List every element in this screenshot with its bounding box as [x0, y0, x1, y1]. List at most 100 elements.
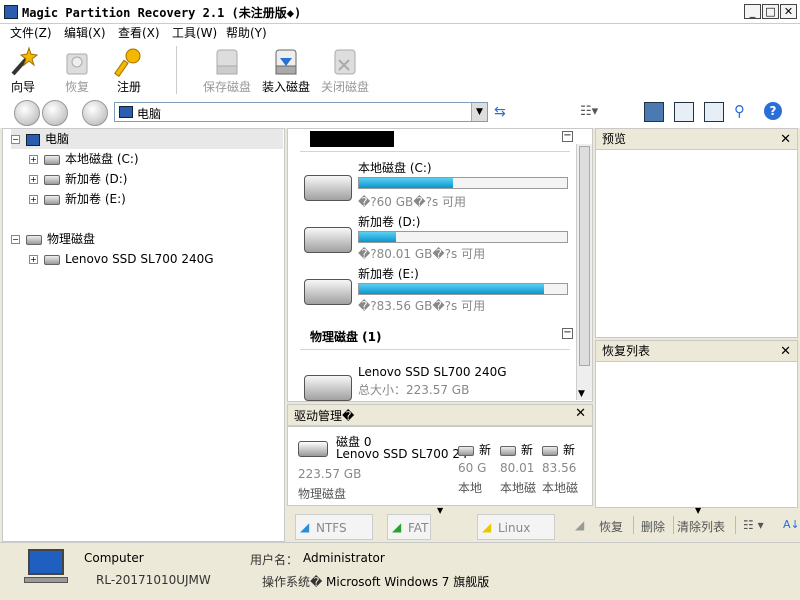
search-icon[interactable]: ⚲	[734, 102, 745, 120]
drive-icon	[304, 375, 352, 401]
tree-item-physical[interactable]: − 物理磁盘	[11, 229, 95, 249]
view-mode-icon[interactable]: ☷▾	[580, 104, 598, 119]
restore-icon	[66, 53, 88, 75]
close-icon[interactable]: ✕	[780, 130, 791, 150]
help-icon[interactable]: ?	[764, 102, 782, 120]
menu-bar: 文件(Z) 编辑(X) 查看(X) 工具(W) 帮助(Y)	[0, 24, 800, 42]
menu-tools[interactable]: 工具(W)	[172, 24, 217, 42]
tree-label: 新加卷 (D:)	[65, 172, 128, 186]
partition-tile[interactable]: 新 83.56 本地磁	[542, 437, 586, 497]
list-view-icon[interactable]: ☷ ▾	[743, 518, 764, 532]
sort-icon[interactable]: A↓	[783, 518, 800, 531]
scroll-thumb[interactable]	[579, 146, 590, 366]
wand-icon	[11, 46, 39, 76]
drive-item-c[interactable]: 本地磁盘 (C:) �?60 GB�?s 可用	[288, 157, 578, 209]
tab-label: Linux	[498, 521, 531, 535]
restore-button[interactable]: 恢复	[48, 42, 106, 98]
linux-icon: ◢	[482, 520, 492, 534]
drive-item-e[interactable]: 新加卷 (E:) �?83.56 GB�?s 可用	[288, 261, 578, 313]
drive-icon	[44, 174, 60, 185]
clear-list-button[interactable]: 清除列表	[677, 518, 725, 535]
panel-layout-icon[interactable]	[644, 102, 664, 122]
usage-bar	[358, 283, 568, 295]
collapse-icon[interactable]: −	[11, 135, 20, 144]
menu-edit[interactable]: 编辑(X)	[64, 24, 106, 42]
close-window-button[interactable]: ✕	[780, 4, 797, 19]
mount-disk-label: 装入磁盘	[261, 80, 310, 94]
scroll-right-icon[interactable]: ◢	[575, 518, 584, 532]
expand-icon[interactable]: +	[29, 175, 38, 184]
drive-name: 新加卷 (E:)	[358, 267, 419, 281]
ssd-item[interactable]: Lenovo SSD SL700 240G 总大小：223.57 GB	[288, 361, 578, 401]
up-button[interactable]	[82, 100, 108, 126]
tree-label: Lenovo SSD SL700 240G	[65, 252, 214, 266]
computer-icon	[24, 549, 68, 585]
preview-toggle-icon[interactable]	[674, 102, 694, 122]
expand-icon[interactable]: +	[29, 155, 38, 164]
save-disk-button[interactable]: 保存磁盘	[198, 42, 256, 98]
address-dropdown-button[interactable]: ▼	[471, 103, 487, 121]
delete-button[interactable]: 删除	[641, 518, 665, 535]
tree-item-computer[interactable]: − 电脑	[11, 129, 283, 149]
register-button[interactable]: 注册	[100, 42, 158, 98]
tree-item-vol-d[interactable]: + 新加卷 (D:)	[29, 169, 127, 189]
disk-icon	[298, 441, 328, 457]
drive-list-panel: − 本地磁盘 (C:) �?60 GB�?s 可用 新加卷 (D:) �?80.…	[287, 128, 593, 402]
drive-item-d[interactable]: 新加卷 (D:) �?80.01 GB�?s 可用	[288, 209, 578, 261]
partition-top: 新	[521, 443, 534, 457]
close-disk-label: 关闭磁盘	[320, 80, 369, 94]
windows-drive-icon	[458, 445, 474, 456]
minimize-button[interactable]: _	[744, 4, 761, 19]
ssd-total-size: 总大小：223.57 GB	[358, 383, 470, 397]
tree-item-ssd[interactable]: + Lenovo SSD SL700 240G	[29, 249, 214, 269]
expand-icon[interactable]: +	[29, 255, 38, 264]
close-disk-button[interactable]: 关闭磁盘	[316, 42, 374, 98]
vertical-scrollbar[interactable]: ▼	[576, 144, 592, 400]
save-icon[interactable]	[704, 102, 724, 122]
usage-bar-fill	[359, 284, 545, 294]
partition-tile[interactable]: 新 80.01 本地磁	[500, 437, 542, 497]
maximize-button[interactable]: □	[762, 4, 779, 19]
tree-item-local-c[interactable]: + 本地磁盘 (C:)	[29, 149, 139, 169]
partition-tile[interactable]: 新 60 G 本地	[458, 437, 500, 497]
back-button[interactable]	[14, 100, 40, 126]
drive-icon	[26, 234, 42, 245]
restore-label: 恢复	[64, 80, 89, 94]
tree-label: 物理磁盘	[47, 232, 96, 246]
preview-body	[595, 150, 798, 338]
address-combobox[interactable]: 电脑 ▼	[114, 102, 488, 122]
recovery-list-title: 恢复列表	[602, 344, 651, 358]
collapse-icon[interactable]: −	[562, 131, 573, 142]
close-icon[interactable]: ✕	[780, 342, 791, 362]
preview-header: 预览 ✕	[595, 128, 798, 150]
tab-ntfs[interactable]: ◢ NTFS	[295, 514, 373, 540]
windows-drive-icon	[44, 154, 60, 165]
preview-title: 预览	[602, 132, 627, 146]
drive-icon	[304, 227, 352, 253]
expand-icon[interactable]: +	[29, 195, 38, 204]
tab-fat[interactable]: ◢ FAT	[387, 514, 431, 540]
close-icon[interactable]: ✕	[575, 406, 586, 421]
scroll-down-icon[interactable]: ▼	[578, 389, 585, 399]
section-separator	[300, 349, 570, 350]
key-icon	[114, 48, 141, 77]
tree-item-vol-e[interactable]: + 新加卷 (E:)	[29, 189, 126, 209]
toolbar-divider	[176, 46, 177, 94]
computer-label: Computer	[84, 551, 144, 565]
partition-name: 本地	[458, 481, 483, 495]
menu-help[interactable]: 帮助(Y)	[226, 24, 267, 42]
mount-disk-button[interactable]: 装入磁盘	[257, 42, 315, 98]
menu-file[interactable]: 文件(Z)	[10, 24, 52, 42]
windows-drive-icon	[304, 175, 352, 201]
restore-list-button[interactable]: 恢复	[599, 518, 623, 535]
menu-view[interactable]: 查看(X)	[118, 24, 160, 42]
wizard-button[interactable]: 向导	[0, 42, 52, 98]
collapse-icon[interactable]: −	[11, 235, 20, 244]
status-bar: Computer RL-20171010UJMW 用户名： Administra…	[0, 542, 800, 600]
tab-linux[interactable]: ◢ Linux	[477, 514, 555, 540]
drive-name: 新加卷 (D:)	[358, 215, 421, 229]
computer-name: RL-20171010UJMW	[96, 573, 211, 587]
refresh-icon[interactable]: ⇆	[494, 104, 506, 120]
collapse-icon[interactable]: −	[562, 328, 573, 339]
forward-button[interactable]	[42, 100, 68, 126]
